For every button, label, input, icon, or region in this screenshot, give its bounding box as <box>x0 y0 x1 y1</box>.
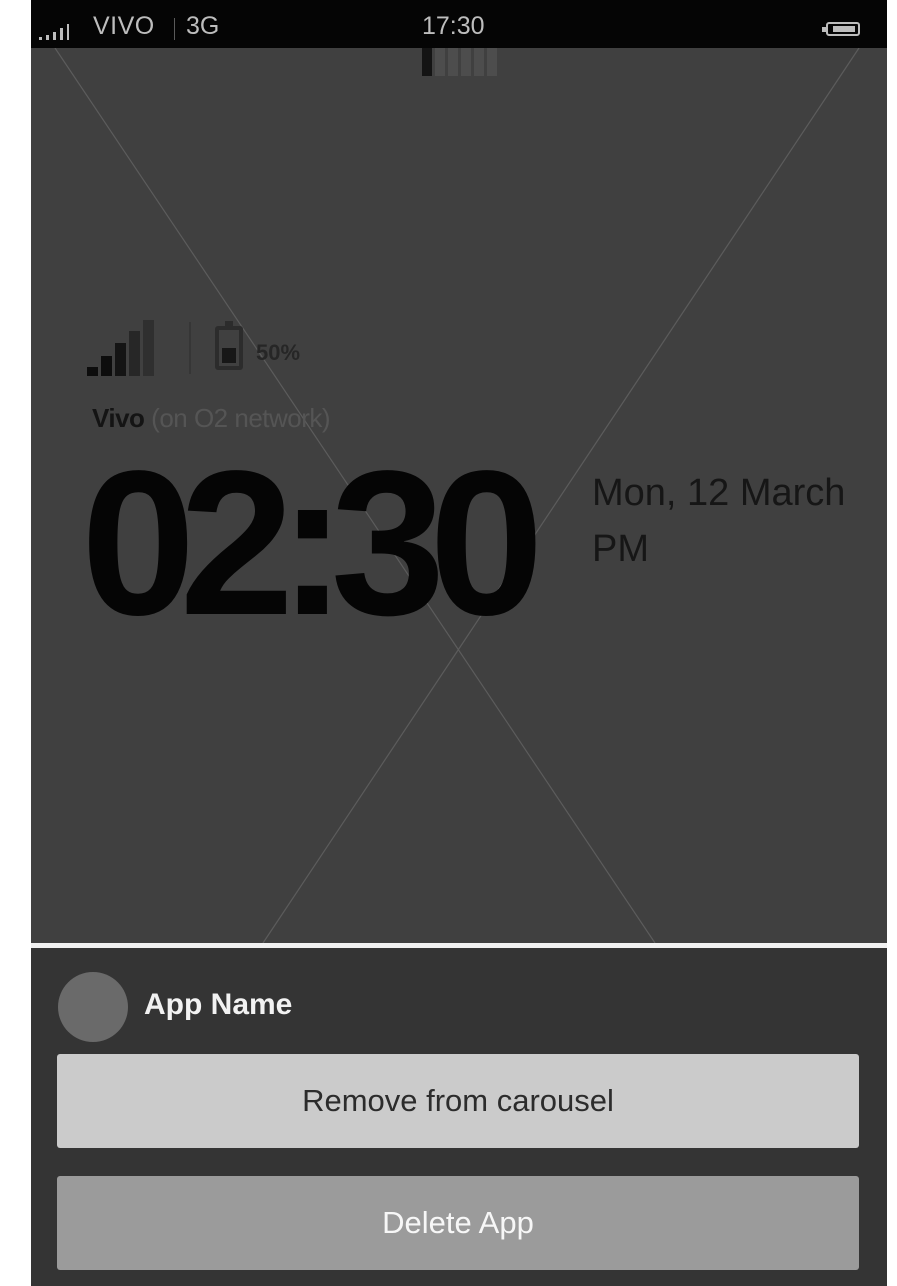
page-dot[interactable] <box>448 48 458 76</box>
page-dot[interactable] <box>487 48 497 76</box>
battery-percent: 50% <box>256 340 301 365</box>
status-carrier: VIVO <box>93 12 155 40</box>
app-icon <box>58 972 128 1042</box>
clock-ampm: PM <box>592 528 649 570</box>
status-bar: VIVO 3G 17:30 <box>31 0 887 48</box>
status-network: 3G <box>186 12 220 40</box>
clock-time: 02:30 <box>81 428 544 658</box>
signal-icon <box>39 22 83 40</box>
page-dot[interactable] <box>422 48 432 76</box>
status-separator <box>174 18 175 40</box>
clock-date: Mon, 12 March <box>592 472 846 514</box>
battery-icon <box>822 22 860 36</box>
phone-screen: VIVO 3G 17:30 50% Vivo (on O2 network) 0… <box>31 0 887 1286</box>
remove-from-carousel-button[interactable]: Remove from carousel <box>57 1054 859 1148</box>
page-indicator[interactable] <box>422 48 498 76</box>
page-dot[interactable] <box>461 48 471 76</box>
battery-fill <box>222 348 236 363</box>
app-name: App Name <box>144 988 293 1021</box>
battery-level-icon <box>215 321 243 370</box>
status-time: 17:30 <box>422 12 485 40</box>
status-divider <box>189 322 191 374</box>
action-sheet: App Name Remove from carousel Delete App <box>31 943 887 1286</box>
signal-strength-icon <box>87 320 167 376</box>
delete-app-button[interactable]: Delete App <box>57 1176 859 1270</box>
page-dot[interactable] <box>474 48 484 76</box>
page-dot[interactable] <box>435 48 445 76</box>
